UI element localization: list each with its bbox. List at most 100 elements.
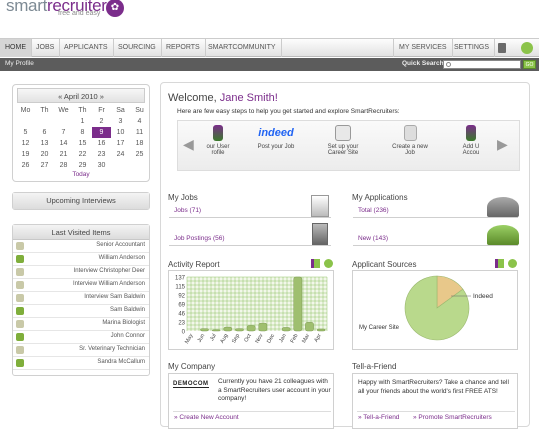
- x-tick-label: Jun: [197, 333, 207, 344]
- step-add-user[interactable]: Add U Accou: [454, 125, 488, 156]
- last-visited-item[interactable]: Marina Biologist: [13, 318, 149, 331]
- step-post-job[interactable]: indeed Post your Job: [249, 125, 303, 150]
- calendar-day[interactable]: 20: [35, 149, 54, 160]
- last-visited-label: Marina Biologist: [102, 320, 145, 326]
- x-tick-label: Nov: [254, 333, 264, 345]
- nav-smartcommunity[interactable]: SMARTCOMMUNITY: [203, 39, 282, 57]
- nav-applicants[interactable]: APPLICANTS: [59, 39, 114, 57]
- sources-chart-type-icon[interactable]: [495, 259, 504, 268]
- calendar-day[interactable]: 15: [73, 138, 92, 149]
- help-icon[interactable]: [521, 42, 533, 54]
- postings-icon: [312, 223, 328, 245]
- chart-type-icon[interactable]: [311, 259, 320, 268]
- last-visited-panel: Last Visited Items Senior Accountant Will…: [12, 224, 150, 376]
- step-career-site[interactable]: Set up your Career Site: [316, 125, 370, 156]
- calendar-day[interactable]: 2: [92, 116, 111, 127]
- calendar-day[interactable]: 5: [16, 127, 35, 138]
- x-tick-label: Feb: [290, 333, 300, 344]
- calendar-day[interactable]: 11: [130, 127, 149, 138]
- nav-home[interactable]: HOME: [0, 39, 32, 57]
- exit-icon[interactable]: [498, 43, 506, 53]
- step-create-job[interactable]: Create a new Job: [383, 125, 437, 156]
- quick-search-input[interactable]: [443, 60, 521, 69]
- jobs-link[interactable]: Jobs (71): [174, 207, 201, 214]
- calendar-day[interactable]: 25: [130, 149, 149, 160]
- pie-label: Indeed: [473, 293, 493, 300]
- nav-my-services[interactable]: MY SERVICES: [393, 39, 453, 57]
- search-icon: [446, 62, 451, 67]
- calendar-weekday: We: [58, 107, 69, 114]
- calendar-day[interactable]: 27: [35, 160, 54, 171]
- calendar-today-link[interactable]: Today: [13, 171, 149, 178]
- last-visited-item[interactable]: Senior Accountant: [13, 240, 149, 253]
- calendar-day[interactable]: 17: [111, 138, 130, 149]
- calendar-weekday: Sa: [116, 107, 125, 114]
- calendar-day[interactable]: 12: [16, 138, 35, 149]
- applications-new-link[interactable]: New (143): [358, 235, 388, 242]
- calendar-day[interactable]: 23: [92, 149, 111, 160]
- calendar-day[interactable]: 18: [130, 138, 149, 149]
- my-profile-link[interactable]: My Profile: [5, 60, 34, 67]
- calendar-day[interactable]: 24: [111, 149, 130, 160]
- steps-next-arrow[interactable]: ▶: [497, 136, 508, 153]
- calendar-day[interactable]: 19: [16, 149, 35, 160]
- create-account-link[interactable]: » Create New Account: [174, 414, 239, 421]
- calendar-title[interactable]: « April 2010 »: [17, 88, 145, 103]
- last-visited-item[interactable]: William Anderson: [13, 253, 149, 266]
- calendar-day: [16, 116, 35, 127]
- activity-bar: [200, 328, 209, 332]
- calendar-day[interactable]: 10: [111, 127, 130, 138]
- job-postings-link[interactable]: Job Postings (56): [174, 235, 225, 242]
- upcoming-interviews-title[interactable]: Upcoming Interviews: [13, 193, 149, 209]
- quick-search-label: Quick Search: [402, 60, 444, 67]
- calendar-day[interactable]: 22: [73, 149, 92, 160]
- activity-bar: [258, 322, 268, 332]
- document-icon: [16, 320, 24, 328]
- last-visited-item[interactable]: Interview William Anderson: [13, 279, 149, 292]
- applications-total-link[interactable]: Total (236): [358, 207, 389, 214]
- nav-sourcing[interactable]: SOURCING: [113, 39, 162, 57]
- calendar-day[interactable]: 8: [73, 127, 92, 138]
- calendar-weekday: Th: [78, 107, 87, 114]
- x-tick-label: Oct: [243, 333, 253, 344]
- calendar-day[interactable]: 1: [73, 116, 92, 127]
- calendar-day[interactable]: 9: [92, 127, 111, 138]
- y-tick-label: 115: [175, 285, 185, 291]
- nav-reports[interactable]: REPORTS: [161, 39, 206, 57]
- nav-jobs[interactable]: JOBS: [31, 39, 61, 57]
- calendar-day[interactable]: 29: [73, 160, 92, 171]
- calendar-day[interactable]: 28: [54, 160, 73, 171]
- tell-a-friend-link[interactable]: » Tell-a-Friend: [358, 414, 399, 421]
- calendar-day[interactable]: 3: [111, 116, 130, 127]
- last-visited-label: Interview Sam Baldwin: [84, 294, 145, 300]
- calendar-day[interactable]: 21: [54, 149, 73, 160]
- nav-settings[interactable]: SETTINGS: [449, 39, 496, 57]
- last-visited-label: William Anderson: [98, 255, 145, 261]
- last-visited-item[interactable]: Sandra McCallum: [13, 357, 149, 370]
- calendar-day[interactable]: 6: [35, 127, 54, 138]
- calendar-day[interactable]: 26: [16, 160, 35, 171]
- calendar-day[interactable]: 7: [54, 127, 73, 138]
- last-visited-item[interactable]: Sam Baldwin: [13, 305, 149, 318]
- calendar-day[interactable]: 4: [130, 116, 149, 127]
- calendar-day: [130, 160, 149, 171]
- company-divider: [173, 411, 331, 412]
- quick-search-go-button[interactable]: GO: [523, 60, 536, 69]
- calendar-day[interactable]: 16: [92, 138, 111, 149]
- activity-bar: [223, 326, 233, 332]
- step-user-profile[interactable]: our User rofile: [191, 125, 245, 156]
- calendar-weekday: Fr: [98, 107, 105, 114]
- last-visited-item[interactable]: Sr. Veterinary Technician: [13, 344, 149, 357]
- tell-a-friend-title: Tell-a-Friend: [352, 362, 397, 371]
- sources-options-icon[interactable]: [508, 259, 517, 268]
- calendar-day[interactable]: 13: [35, 138, 54, 149]
- welcome-user-name: Jane Smith!: [219, 92, 278, 104]
- calendar-day[interactable]: 30: [92, 160, 111, 171]
- chart-options-icon[interactable]: [324, 259, 333, 268]
- last-visited-item[interactable]: John Connor: [13, 331, 149, 344]
- calendar-day[interactable]: 14: [54, 138, 73, 149]
- promote-link[interactable]: » Promote SmartRecruiters: [413, 414, 492, 421]
- last-visited-item[interactable]: Interview Christopher Deer: [13, 266, 149, 279]
- last-visited-item[interactable]: Interview Sam Baldwin: [13, 292, 149, 305]
- x-tick-label: Jan: [278, 333, 288, 344]
